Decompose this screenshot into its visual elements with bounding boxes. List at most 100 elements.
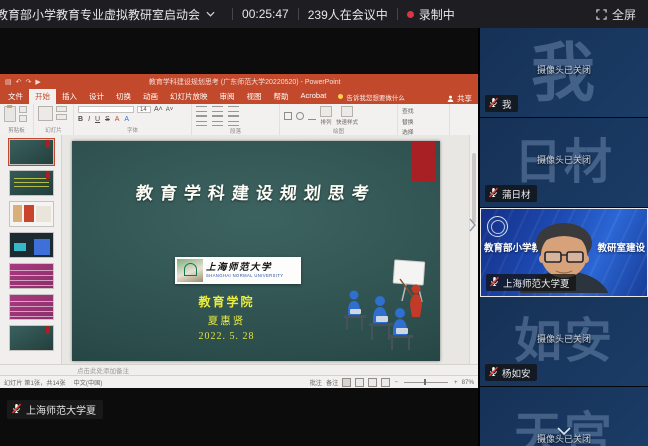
zoom-in-button[interactable]: +: [454, 379, 458, 386]
slide-editing-canvas: 教育学科建设规划思考 上海师范大学 SHANGHAI NORMAL UNIVER…: [62, 135, 478, 366]
slide-date: 2022. 5. 28: [116, 331, 337, 342]
redo-icon[interactable]: ↷: [26, 78, 32, 86]
quick-access-toolbar[interactable]: ▤ ↶ ↷ ▶: [5, 78, 41, 86]
zoom-out-button[interactable]: −: [394, 379, 398, 386]
university-name-cn: 上海师范大学: [206, 263, 284, 273]
ribbon-group-paragraph: 段落: [192, 104, 280, 135]
participants-sidebar: 我摄像头已关闭我日材摄像头已关闭蒲日材教育部小学教教研室建设上海师范大学夏如安摄…: [478, 28, 648, 446]
slide-thumbnail-5[interactable]: [9, 263, 54, 289]
zoom-percentage[interactable]: 87%: [462, 379, 474, 386]
ribbon-tab-3[interactable]: 设计: [83, 88, 110, 104]
slide-thumbnail-4[interactable]: [9, 232, 54, 258]
align-left-icon[interactable]: [196, 116, 207, 126]
sidebar-collapse-handle[interactable]: [466, 208, 478, 242]
participant-tile-1[interactable]: 我摄像头已关闭我: [480, 28, 648, 118]
comments-button[interactable]: 批注: [310, 378, 322, 387]
fullscreen-button[interactable]: 全屏: [596, 6, 648, 23]
ellipse-shape-icon[interactable]: [296, 112, 304, 120]
slide-thumbnail-1[interactable]: [9, 139, 54, 165]
strikethrough-button[interactable]: S: [105, 116, 110, 123]
meeting-app-window: 教育部小学教育专业虚拟教研室启动会 00:25:47 239人在会议中 录制中 …: [0, 0, 648, 446]
slide-thumbnail-panel: [0, 135, 62, 366]
rectangle-shape-icon[interactable]: [284, 112, 292, 120]
numbering-icon[interactable]: [212, 106, 223, 116]
notes-pane[interactable]: 点击此处添加备注: [0, 364, 478, 375]
mic-muted-icon: [488, 97, 499, 111]
slide-thumbnail-3[interactable]: [9, 201, 54, 227]
ppt-ribbon: 剪贴板 幻灯片 14 A˄A˅ B I U: [0, 104, 478, 136]
participant-tile-4[interactable]: 如安摄像头已关闭杨如安: [480, 297, 648, 387]
slide-thumbnail-7[interactable]: [9, 325, 54, 351]
participant-name: 上海师范大学夏: [503, 276, 570, 290]
university-logo-banner: 上海师范大学 SHANGHAI NORMAL UNIVERSITY: [175, 257, 301, 284]
slide-title: 教育学科建设规划思考: [72, 179, 440, 204]
replace-button[interactable]: 替换: [402, 117, 445, 126]
ribbon-tab-9[interactable]: 帮助: [268, 88, 295, 104]
ribbon-tab-10[interactable]: Acrobat: [295, 88, 333, 104]
ribbon-group-slides: 幻灯片: [34, 104, 74, 135]
participant-tile-5[interactable]: 天宫摄像头已关闭: [480, 387, 648, 446]
mic-muted-icon: [488, 366, 499, 380]
ribbon-tab-1[interactable]: 开始: [29, 88, 56, 104]
italic-button[interactable]: I: [88, 116, 90, 123]
divider: [232, 8, 233, 20]
current-slide[interactable]: 教育学科建设规划思考 上海师范大学 SHANGHAI NORMAL UNIVER…: [72, 141, 440, 361]
cut-icon[interactable]: [19, 106, 27, 113]
normal-view-icon[interactable]: [342, 378, 351, 387]
reading-view-icon[interactable]: [368, 378, 377, 387]
undo-icon[interactable]: ↶: [16, 78, 22, 86]
tell-me-box[interactable]: 告诉我您想要做什么: [332, 89, 411, 104]
ribbon-tab-2[interactable]: 插入: [56, 88, 83, 104]
slide-sorter-view-icon[interactable]: [355, 378, 364, 387]
bullets-icon[interactable]: [196, 106, 207, 116]
meeting-title: 教育部小学教育专业虚拟教研室启动会: [0, 6, 200, 23]
record-dot-icon: [407, 11, 414, 18]
ribbon-tab-8[interactable]: 视图: [241, 88, 268, 104]
font-name-select[interactable]: [78, 106, 134, 113]
slide-department: 教育学院: [116, 293, 337, 310]
divider: [397, 8, 398, 20]
chevron-down-icon[interactable]: [206, 11, 215, 17]
paste-icon[interactable]: [4, 106, 16, 122]
ribbon-tab-6[interactable]: 幻灯片放映: [164, 88, 214, 104]
underline-button[interactable]: U: [95, 116, 100, 123]
participant-count[interactable]: 239人在会议中: [308, 6, 388, 23]
find-button[interactable]: 查找: [402, 106, 445, 115]
notes-button[interactable]: 备注: [326, 378, 338, 387]
bold-button[interactable]: B: [78, 116, 83, 123]
ribbon-tab-4[interactable]: 切换: [110, 88, 137, 104]
save-icon[interactable]: ▤: [5, 78, 12, 86]
ribbon-tab-0[interactable]: 文件: [2, 88, 29, 104]
participant-tile-2[interactable]: 日材摄像头已关闭蒲日材: [480, 118, 648, 208]
quick-styles-button[interactable]: 快速样式: [336, 106, 358, 126]
slide-thumbnail-6[interactable]: [9, 294, 54, 320]
participant-name-badge: 蒲日材: [485, 185, 537, 202]
person-icon: [447, 95, 454, 102]
vertical-scrollbar[interactable]: [469, 135, 478, 366]
new-slide-icon[interactable]: [38, 106, 53, 121]
ribbon-tab-5[interactable]: 动画: [137, 88, 164, 104]
share-button[interactable]: 共享: [447, 93, 478, 104]
language-indicator[interactable]: 中文(中国): [74, 378, 103, 387]
slideshow-view-icon[interactable]: [381, 378, 390, 387]
arrange-button[interactable]: 排列: [320, 106, 332, 126]
align-center-icon[interactable]: [212, 116, 223, 126]
divider: [298, 8, 299, 20]
zoom-slider[interactable]: [404, 382, 448, 383]
scroll-more-chevron-icon[interactable]: [557, 422, 571, 440]
columns-icon[interactable]: [228, 116, 239, 126]
line-shape-icon[interactable]: [308, 119, 316, 120]
font-size-select[interactable]: 14: [137, 106, 151, 113]
slide-thumbnail-2[interactable]: [9, 170, 54, 196]
participant-name-badge: 我: [485, 95, 518, 112]
copy-icon[interactable]: [19, 115, 27, 122]
participant-tile-3[interactable]: 教育部小学教教研室建设上海师范大学夏: [480, 208, 648, 297]
fullscreen-icon: [596, 9, 607, 20]
chevron-right-icon: [469, 218, 476, 232]
ribbon-tab-7[interactable]: 审阅: [214, 88, 241, 104]
slideshow-icon[interactable]: ▶: [35, 78, 40, 86]
camera-off-text: 摄像头已关闭: [480, 153, 648, 166]
indent-icon[interactable]: [228, 106, 239, 116]
ppt-ribbon-tabs: 文件开始插入设计切换动画幻灯片放映审阅视图帮助Acrobat 告诉我您想要做什么…: [0, 89, 478, 104]
participant-name: 蒲日材: [502, 187, 531, 201]
